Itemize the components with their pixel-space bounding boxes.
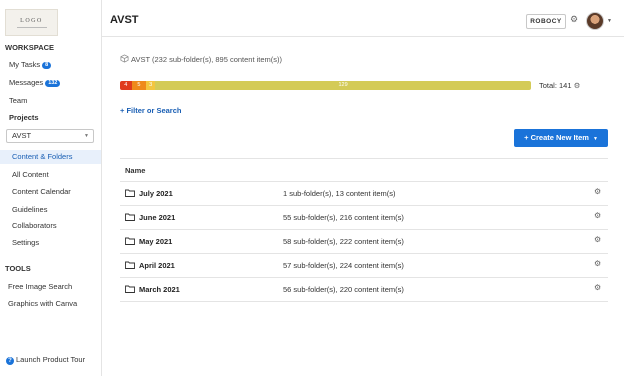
chevron-down-icon: ▼ [592,136,598,142]
sidebar-item-graphics-canva[interactable]: Graphics with Canva [8,299,77,308]
folder-icon [125,237,135,245]
account-button[interactable]: ROBOCY [526,14,566,29]
sidebar-item-content-calendar[interactable]: Content Calendar [12,187,71,196]
messages-badge: 132 [45,80,61,87]
table-row[interactable]: July 2021 1 sub-folder(s), 13 content it… [120,182,608,206]
sidebar-item-collaborators[interactable]: Collaborators [12,221,57,230]
gear-icon[interactable]: ⚙ [574,81,581,90]
folder-summary: 57 sub-folder(s), 224 content item(s) [283,261,404,270]
page-title: AVST [110,14,139,26]
project-select-value: AVST [12,131,32,140]
total-label: Total: 141 [539,81,572,90]
sidebar-item-messages[interactable]: Messages 132 [9,78,61,87]
top-header: AVST ROBOCY ⚙ ▼ [102,0,624,37]
sidebar-item-content-folders[interactable]: Content & Folders [0,150,101,164]
logo-underline [16,27,47,28]
project-select[interactable]: AVST ▼ [6,129,94,143]
folder-icon [125,261,135,269]
sidebar-item-all-content[interactable]: All Content [12,170,49,179]
logo-text: LOGO [20,18,43,24]
folder-name[interactable]: March 2021 [139,285,180,294]
logo[interactable]: LOGO [5,9,58,36]
filter-search-link[interactable]: + Filter or Search [120,106,181,115]
gear-icon[interactable]: ⚙ [570,14,578,25]
gear-icon[interactable]: ⚙ [594,235,601,244]
breadcrumb: AVST (232 sub-folder(s), 895 content ite… [120,54,282,64]
tools-heading: TOOLS [5,264,31,273]
table-row[interactable]: April 2021 57 sub-folder(s), 224 content… [120,254,608,278]
table-row[interactable]: May 2021 58 sub-folder(s), 222 content i… [120,230,608,254]
sidebar-item-free-image-search[interactable]: Free Image Search [8,282,72,291]
sidebar: LOGO WORKSPACE My Tasks 8 Messages 132 Tea… [0,0,102,376]
folder-name[interactable]: June 2021 [139,213,175,222]
table-row[interactable]: June 2021 55 sub-folder(s), 216 content … [120,206,608,230]
sidebar-item-guidelines[interactable]: Guidelines [12,205,47,214]
folder-summary: 1 sub-folder(s), 13 content item(s) [283,189,396,198]
table-row[interactable]: March 2021 56 sub-folder(s), 220 content… [120,278,608,302]
create-new-item-button[interactable]: + Create New Item ▼ [514,129,608,147]
launch-tour-label: Launch Product Tour [16,355,86,364]
breadcrumb-detail: (232 sub-folder(s), 895 content item(s)) [152,55,283,64]
messages-label: Messages [9,78,44,87]
sidebar-item-my-tasks[interactable]: My Tasks 8 [9,60,52,69]
launch-tour-link[interactable]: ? Launch Product Tour [6,355,85,365]
projects-heading: Projects [9,113,39,122]
folder-icon [125,285,135,293]
folder-icon [125,213,135,221]
breadcrumb-name: AVST [131,55,150,64]
folder-name[interactable]: July 2021 [139,189,173,198]
status-progress-bar: 4 5 3 129 [120,81,531,90]
folder-name[interactable]: May 2021 [139,237,172,246]
create-new-item-label: + Create New Item [524,133,589,142]
folder-summary: 55 sub-folder(s), 216 content item(s) [283,213,404,222]
folder-summary: 56 sub-folder(s), 220 content item(s) [283,285,404,294]
sidebar-item-settings[interactable]: Settings [12,238,39,247]
chevron-down-icon[interactable]: ▼ [607,18,612,24]
gear-icon[interactable]: ⚙ [594,259,601,268]
cube-icon [120,54,129,63]
help-icon: ? [6,357,14,365]
column-header-name[interactable]: Name [125,166,145,175]
gear-icon[interactable]: ⚙ [594,283,601,292]
status-bar-segment[interactable]: 3 [146,81,156,90]
gear-icon[interactable]: ⚙ [594,211,601,220]
folder-icon [125,189,135,197]
my-tasks-badge: 8 [42,62,52,69]
folder-summary: 58 sub-folder(s), 222 content item(s) [283,237,404,246]
total-count: Total: 141 ⚙ [539,81,580,90]
workspace-heading: WORKSPACE [5,43,55,52]
folder-name[interactable]: April 2021 [139,261,175,270]
gear-icon[interactable]: ⚙ [594,187,601,196]
status-bar-segment[interactable]: 129 [155,81,531,90]
status-bar-segment[interactable]: 4 [120,81,132,90]
table-header: Name [120,158,608,182]
avatar[interactable] [586,12,604,30]
sidebar-item-team[interactable]: Team [9,96,27,105]
status-bar-segment[interactable]: 5 [131,81,147,90]
my-tasks-label: My Tasks [9,60,41,69]
chevron-down-icon: ▼ [84,133,89,139]
